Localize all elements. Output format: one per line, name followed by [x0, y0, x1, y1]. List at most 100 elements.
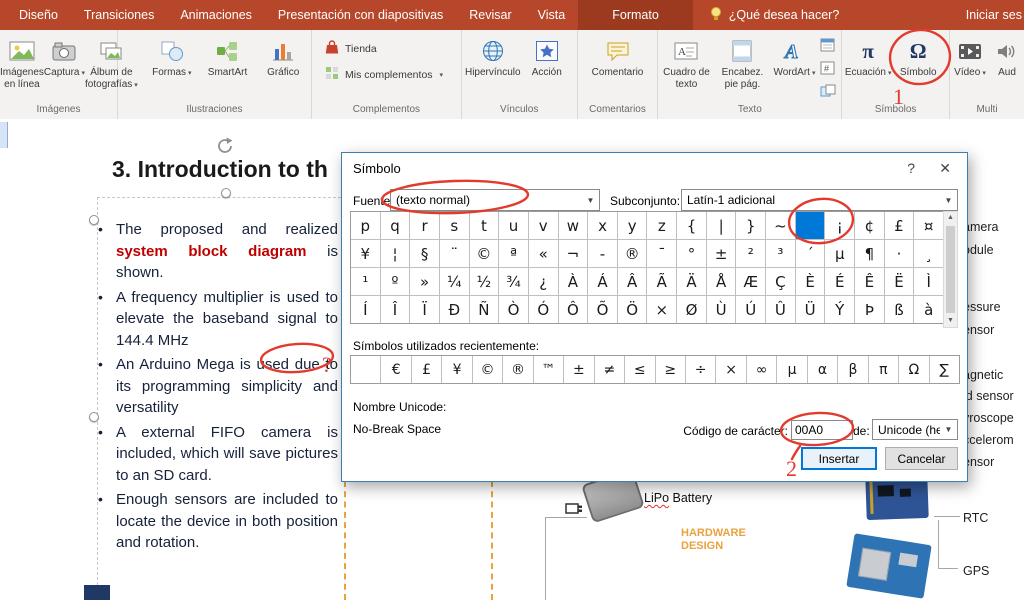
symbol-cell[interactable]: Ê [855, 268, 884, 295]
smartart-button[interactable]: SmartArt [200, 33, 256, 79]
ribbon-tab[interactable]: Animaciones [167, 0, 265, 30]
equation-button[interactable]: π Ecuación▾ [842, 33, 894, 80]
symbol-cell[interactable]: É [825, 268, 854, 295]
symbol-cell[interactable]: q [381, 212, 410, 239]
recent-symbol-cell[interactable]: α [808, 356, 837, 383]
symbol-cell[interactable]: ¡ [825, 212, 854, 239]
text-box-button[interactable]: A Cuadro de texto [658, 33, 714, 90]
sign-in-link[interactable]: Iniciar ses [966, 8, 1024, 22]
symbol-cell[interactable]: } [736, 212, 765, 239]
char-code-input[interactable] [791, 420, 853, 440]
recent-symbol-cell[interactable]: π [869, 356, 898, 383]
action-button[interactable]: Acción [524, 33, 570, 79]
recent-symbol-cell[interactable]: β [838, 356, 867, 383]
symbol-cell[interactable]: Ü [796, 296, 825, 323]
symbol-grid-scrollbar[interactable]: ▲ ▼ [943, 211, 958, 328]
symbol-cell[interactable]: ß [885, 296, 914, 323]
recent-symbol-cell[interactable]: ≤ [625, 356, 654, 383]
ribbon-tab[interactable]: Transiciones [71, 0, 167, 30]
symbol-cell[interactable]: { [677, 212, 706, 239]
audio-button[interactable]: Aud [990, 33, 1024, 79]
symbol-cell[interactable]: ± [707, 240, 736, 267]
symbol-cell[interactable]: ® [618, 240, 647, 267]
symbol-cell[interactable]: r [410, 212, 439, 239]
symbol-cell[interactable]: « [529, 240, 558, 267]
symbol-cell[interactable]: » [410, 268, 439, 295]
symbol-cell[interactable]: ¾ [499, 268, 528, 295]
symbol-cell[interactable]: Ö [618, 296, 647, 323]
symbol-cell[interactable]: s [440, 212, 469, 239]
symbol-cell[interactable]: ¤ [914, 212, 943, 239]
recent-symbol-cell[interactable]: € [381, 356, 410, 383]
symbol-cell[interactable]: Ì [914, 268, 943, 295]
symbol-cell[interactable]: x [588, 212, 617, 239]
online-images-button[interactable]: Imágenes en línea [0, 33, 44, 90]
symbol-cell[interactable]: Þ [855, 296, 884, 323]
recent-symbol-cell[interactable]: ≠ [595, 356, 624, 383]
symbol-cell[interactable]: ¶ [855, 240, 884, 267]
symbol-cell[interactable]: È [796, 268, 825, 295]
symbol-cell[interactable]: · [885, 240, 914, 267]
symbol-cell[interactable]: Ò [499, 296, 528, 323]
screenshot-button[interactable]: Captura▾ [44, 33, 85, 80]
symbol-cell-selected[interactable] [796, 212, 825, 239]
rotate-handle-icon[interactable] [214, 135, 236, 162]
symbol-cell[interactable]: § [410, 240, 439, 267]
insert-button[interactable]: Insertar [801, 447, 877, 470]
ribbon-tab[interactable]: Diseño [6, 0, 71, 30]
symbol-cell[interactable]: Í [351, 296, 380, 323]
symbol-cell[interactable]: À [559, 268, 588, 295]
shapes-button[interactable]: Formas▾ [144, 33, 200, 80]
symbol-cell[interactable]: t [470, 212, 499, 239]
recent-symbol-cell[interactable]: × [716, 356, 745, 383]
symbol-button[interactable]: Ω Símbolo [894, 33, 942, 79]
symbol-cell[interactable]: Á [588, 268, 617, 295]
symbol-cell[interactable]: Ô [559, 296, 588, 323]
recent-symbol-cell[interactable]: ∞ [747, 356, 776, 383]
symbol-cell[interactable]: Ï [410, 296, 439, 323]
recent-symbol-cell[interactable]: © [473, 356, 502, 383]
slide-number-icon[interactable]: # [820, 61, 836, 80]
symbol-cell[interactable]: p [351, 212, 380, 239]
symbol-cell[interactable]: µ [825, 240, 854, 267]
symbol-cell[interactable]: Ç [766, 268, 795, 295]
symbol-cell[interactable]: Ë [885, 268, 914, 295]
symbol-cell[interactable]: à [914, 296, 943, 323]
ribbon-tab[interactable]: Vista [525, 0, 579, 30]
bullet-list[interactable]: •The proposed and realized system block … [98, 219, 338, 557]
symbol-cell[interactable]: u [499, 212, 528, 239]
recent-symbol-cell[interactable]: Ω [899, 356, 928, 383]
recent-symbol-cell[interactable]: ≥ [656, 356, 685, 383]
scrollbar-thumb[interactable] [946, 226, 955, 313]
symbol-cell[interactable]: | [707, 212, 736, 239]
symbol-cell[interactable]: Ù [707, 296, 736, 323]
symbol-cell[interactable]: ¨ [440, 240, 469, 267]
comment-button[interactable]: Comentario [586, 33, 650, 79]
store-button[interactable]: Tienda [324, 39, 443, 58]
font-combobox[interactable]: (texto normal) ▼ [390, 189, 600, 211]
symbol-cell[interactable]: ¥ [351, 240, 380, 267]
symbol-cell[interactable]: © [470, 240, 499, 267]
recent-symbol-cell[interactable]: ± [564, 356, 593, 383]
hyperlink-button[interactable]: Hipervínculo [462, 33, 524, 79]
scroll-up-icon[interactable]: ▲ [947, 212, 954, 224]
symbol-cell[interactable]: Ä [677, 268, 706, 295]
symbol-cell[interactable]: ³ [766, 240, 795, 267]
symbol-cell[interactable]: z [647, 212, 676, 239]
wordart-button[interactable]: A WordArt▾ [770, 33, 818, 80]
symbol-cell[interactable]: ~ [766, 212, 795, 239]
symbol-cell[interactable]: ° [677, 240, 706, 267]
symbol-cell[interactable]: ¯ [647, 240, 676, 267]
symbol-cell[interactable]: £ [885, 212, 914, 239]
symbol-cell[interactable]: Ý [825, 296, 854, 323]
cancel-button[interactable]: Cancelar [885, 447, 958, 470]
symbol-cell[interactable]: ² [736, 240, 765, 267]
symbol-cell[interactable]: Å [707, 268, 736, 295]
resize-handle[interactable] [221, 188, 231, 198]
symbol-cell[interactable]: º [381, 268, 410, 295]
symbol-cell[interactable]: y [618, 212, 647, 239]
chart-button[interactable]: Gráfico [255, 33, 311, 79]
symbol-cell[interactable]: Â [618, 268, 647, 295]
recent-symbol-cell[interactable]: µ [777, 356, 806, 383]
close-icon[interactable]: ✕ [939, 160, 951, 177]
